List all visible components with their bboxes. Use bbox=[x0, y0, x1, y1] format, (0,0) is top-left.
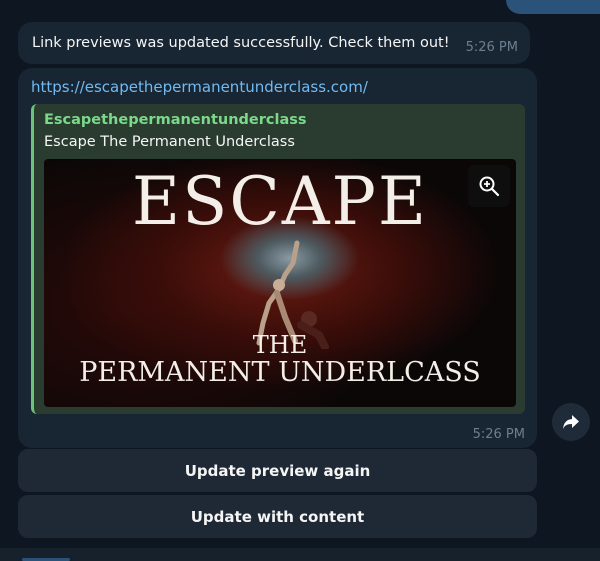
link-preview-card[interactable]: Escapethepermanentunderclass Escape The … bbox=[31, 104, 525, 414]
message-bubble-link: https://escapethepermanentunderclass.com… bbox=[18, 68, 537, 448]
message-text: Link previews was updated successfully. … bbox=[32, 35, 450, 51]
message-bubble-status: Link previews was updated successfully. … bbox=[18, 22, 530, 64]
zoom-in-icon bbox=[479, 176, 500, 197]
preview-image[interactable]: ESCAPE THE PERMANENT UNDERLCASS bbox=[44, 159, 516, 407]
preview-title: Escape The Permanent Underclass bbox=[44, 134, 295, 150]
message-link[interactable]: https://escapethepermanentunderclass.com… bbox=[31, 78, 368, 96]
image-title-the: THE bbox=[252, 331, 308, 359]
update-content-button[interactable]: Update with content bbox=[18, 495, 537, 538]
image-title-escape: ESCAPE bbox=[131, 163, 429, 240]
composer-bar bbox=[0, 548, 600, 561]
zoom-in-button[interactable] bbox=[468, 165, 510, 207]
image-title-permanent: PERMANENT UNDERLCASS bbox=[79, 357, 481, 388]
share-arrow-icon bbox=[563, 415, 579, 429]
share-button[interactable] bbox=[552, 403, 590, 441]
message-time: 5:26 PM bbox=[465, 40, 518, 55]
previous-outgoing-bubble bbox=[506, 0, 600, 14]
preview-site-name: Escapethepermanentunderclass bbox=[44, 112, 307, 128]
message-time: 5:26 PM bbox=[472, 427, 525, 442]
update-preview-button[interactable]: Update preview again bbox=[18, 449, 537, 492]
